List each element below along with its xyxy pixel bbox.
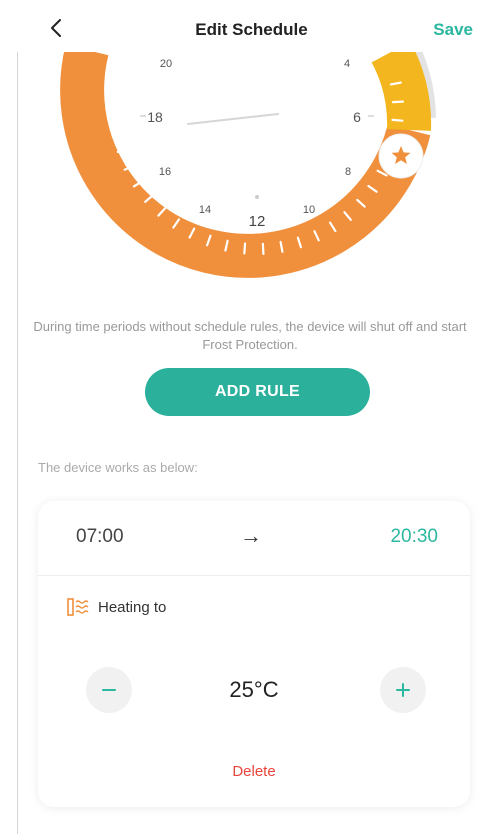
- dial-active-segment[interactable]: [371, 41, 432, 131]
- hour-label-16: 16: [159, 166, 171, 178]
- hour-label-12: 12: [249, 213, 266, 230]
- mode-label: Heating to: [98, 599, 167, 616]
- dial-tick: [243, 242, 247, 255]
- add-rule-button[interactable]: ADD RULE: [145, 368, 370, 416]
- schedule-notice: During time periods without schedule rul…: [33, 319, 467, 352]
- time-range-row: 07:00 → 20:30: [38, 501, 470, 576]
- dial-tick: [116, 147, 129, 153]
- hour-label-20: 20: [160, 58, 172, 70]
- page-title: Edit Schedule: [195, 20, 308, 39]
- hour-label-18: 18: [147, 109, 163, 125]
- dial-ring: [60, 44, 431, 278]
- heating-icon: [67, 598, 89, 616]
- device-works-label: The device works as below:: [38, 460, 198, 475]
- hour-label-14: 14: [199, 204, 211, 216]
- dial-tick: [112, 130, 125, 135]
- hour-label-10: 10: [303, 204, 315, 216]
- header: Edit Schedule Save: [18, 0, 485, 58]
- temperature-row: 25°C: [38, 645, 470, 735]
- dial-tick: [391, 118, 404, 122]
- mode-row: Heating to: [38, 575, 470, 645]
- dial-tick: [391, 100, 404, 104]
- arrow-right-icon: →: [240, 523, 262, 548]
- dial-tick: [261, 242, 265, 255]
- save-button[interactable]: Save: [433, 20, 473, 40]
- dial-tick: [110, 94, 123, 98]
- hour-label-8: 8: [345, 166, 351, 178]
- clock-hand: [187, 113, 279, 125]
- schedule-rule-card: 07:00 → 20:30 Heating to 25°C Delete: [38, 501, 470, 807]
- hour-label-6: 6: [353, 109, 361, 125]
- delete-button[interactable]: Delete: [38, 763, 470, 780]
- end-time[interactable]: 20:30: [390, 526, 438, 548]
- star-handle[interactable]: [378, 133, 424, 179]
- increase-temperature-button[interactable]: [380, 667, 426, 713]
- hour-label-4: 4: [344, 58, 350, 70]
- start-time[interactable]: 07:00: [76, 526, 124, 548]
- dial-tick: [109, 112, 123, 116]
